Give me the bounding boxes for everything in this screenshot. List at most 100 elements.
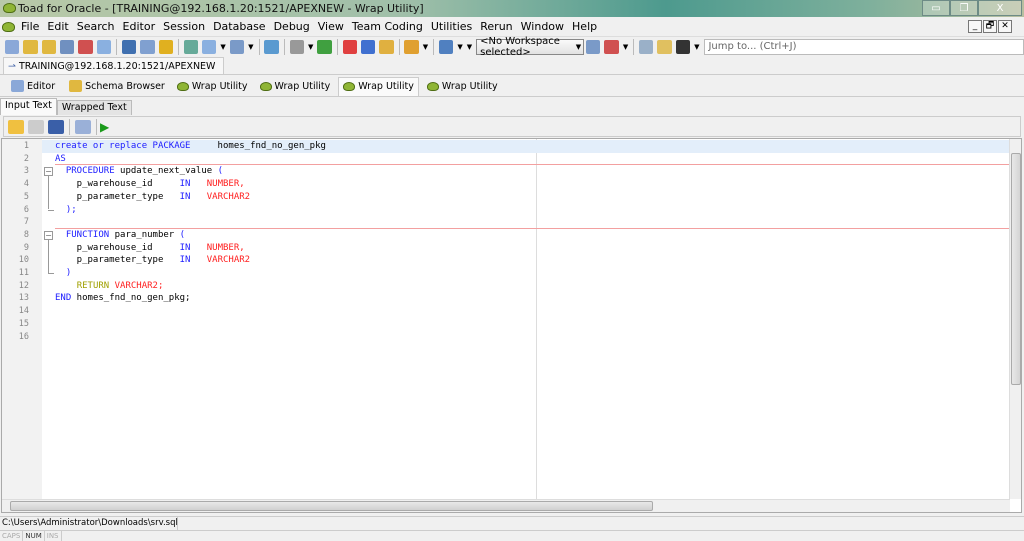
window-tab-wrap-utility[interactable]: Wrap Utility [338,76,419,96]
dropdown-arrow-icon[interactable]: ▼ [308,43,313,51]
code-line[interactable]: PROCEDURE update_next_value ( [55,165,223,178]
window-tab-editor[interactable]: Editor [5,77,59,96]
separator [433,38,435,55]
mdi-restore-button[interactable]: 🗗 [983,20,997,33]
open-file-icon[interactable] [8,119,24,134]
copy-icon[interactable] [75,119,91,134]
fold-collapse-icon[interactable]: − [44,230,53,240]
help-db-icon[interactable] [379,39,394,54]
delete-workspace-icon[interactable] [604,39,619,54]
window-tab-wrap-utility[interactable]: Wrap Utility [423,77,502,96]
fold-collapse-icon[interactable]: − [44,167,53,177]
save-icon[interactable] [28,119,44,134]
code-line[interactable]: END homes_fnd_no_gen_pkg; [55,292,190,305]
code-line[interactable]: p_warehouse_id IN NUMBER, [55,242,245,255]
minimize-button[interactable]: ▭ [922,0,950,16]
menu-edit[interactable]: Edit [43,20,72,33]
vertical-scroll-thumb[interactable] [1011,153,1021,385]
window-tab-wrap-utility[interactable]: Wrap Utility [173,77,252,96]
menu-file[interactable]: File [17,20,43,33]
code-token: NUMBER, [206,179,245,190]
menu-session[interactable]: Session [159,20,209,33]
menu-rerun[interactable]: Rerun [476,20,516,33]
panel-icon[interactable] [121,39,137,54]
schema-browser-icon[interactable] [23,39,38,54]
code-line[interactable]: ); [55,204,77,217]
menu-window[interactable]: Window [517,20,568,33]
window-tab-wrap-utility[interactable]: Wrap Utility [256,77,335,96]
restore-button[interactable]: ❐ [950,0,978,16]
save-as-icon[interactable] [48,119,64,134]
dropdown-arrow-icon[interactable]: ▼ [467,43,472,51]
code-line[interactable]: p_warehouse_id IN NUMBER, [55,178,245,191]
list-icon[interactable] [202,39,217,54]
dropdown-arrow-icon[interactable]: ▼ [220,43,225,51]
mdi-minimize-button[interactable]: _ [968,20,982,33]
connection-icon[interactable] [229,39,245,54]
menu-view[interactable]: View [314,20,348,33]
export-icon[interactable] [342,39,357,54]
sql-icon[interactable] [78,39,93,54]
plsql-icon[interactable] [289,39,304,54]
menu-editor[interactable]: Editor [119,20,160,33]
session-browser-icon[interactable] [59,39,75,54]
import-icon[interactable] [360,39,376,54]
workspace-select[interactable]: <No Workspace selected> ▼ [476,36,585,58]
menu-utilities[interactable]: Utilities [427,20,476,33]
window-icon[interactable] [96,39,111,54]
execute-icon[interactable] [317,39,332,54]
horizontal-scrollbar[interactable] [2,499,1010,512]
report-icon[interactable] [264,39,279,54]
query-icon[interactable] [183,39,199,54]
line-number: 16 [18,331,29,342]
code-token: RETURN [76,280,110,291]
close-button[interactable]: X [978,0,1022,16]
horizontal-scroll-thumb[interactable] [10,501,653,511]
monitor-icon[interactable] [140,39,155,54]
vertical-scrollbar[interactable] [1009,139,1021,499]
object-icon[interactable] [41,39,56,54]
training-icon[interactable] [675,39,691,54]
tab-wrapped-text[interactable]: Wrapped Text [56,100,132,115]
code-line[interactable]: RETURN VARCHAR2; [55,280,164,293]
notes-icon[interactable] [639,39,654,54]
code-line[interactable]: p_parameter_type IN VARCHAR2 [55,191,250,204]
disconnect-icon[interactable] [439,39,454,54]
code-token: VARCHAR2 [206,191,251,202]
menu-team-coding[interactable]: Team Coding [348,20,427,33]
dropdown-arrow-icon[interactable]: ▼ [694,43,699,51]
fold-end [48,273,54,274]
line-number: 14 [18,306,29,317]
tab-input-text[interactable]: Input Text [0,98,57,115]
chat-icon[interactable] [657,39,672,54]
divider [0,74,1024,75]
fold-line [48,176,49,210]
code-line[interactable]: FUNCTION para_number ( [55,229,185,242]
save-workspace-icon[interactable] [586,39,601,54]
connect-icon[interactable] [404,39,419,54]
lightning-icon[interactable] [158,39,173,54]
dropdown-arrow-icon[interactable]: ▼ [457,43,462,51]
code-line[interactable]: create or replace PACKAGE homes_fnd_no_g… [55,140,326,153]
menu-search[interactable]: Search [73,20,119,33]
separator [258,38,260,55]
menu-database[interactable]: Database [209,20,270,33]
line-number: 15 [18,318,29,329]
menu-help[interactable]: Help [568,20,601,33]
toad-menu-icon[interactable] [2,21,15,32]
run-icon[interactable]: ▶ [100,120,109,134]
code-line[interactable]: p_parameter_type IN VARCHAR2 [55,254,250,267]
connection-icon: ⇀ [8,61,19,72]
window-tab-schema-browser[interactable]: Schema Browser [63,77,169,96]
code-editor[interactable]: 1 2 3 4 5 6 7 8 9 10 11 12 13 14 15 16 create or replac… [1,138,1022,513]
dropdown-arrow-icon[interactable]: ▼ [248,43,253,51]
code-line[interactable]: ) [55,267,71,280]
connection-tab[interactable]: ⇀ TRAINING@192.168.1.20:1521/APEXNEW [3,57,225,75]
mdi-close-button[interactable]: ✕ [998,20,1012,33]
dropdown-arrow-icon[interactable]: ▼ [423,43,428,51]
dropdown-arrow-icon[interactable]: ▼ [623,43,628,51]
menu-debug[interactable]: Debug [270,20,314,33]
edit-icon[interactable] [5,39,20,54]
jump-to-input[interactable]: Jump to... (Ctrl+J) [704,38,1024,55]
